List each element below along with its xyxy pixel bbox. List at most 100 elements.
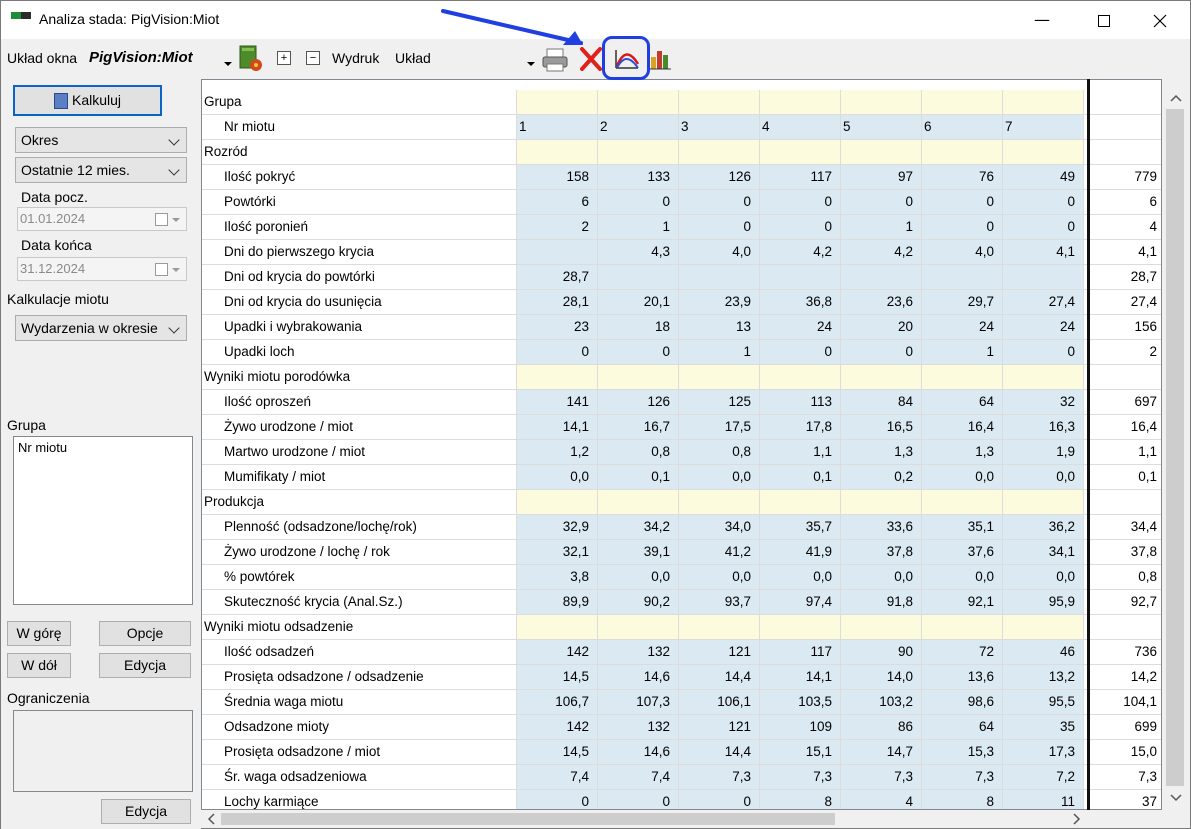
collapse-button[interactable]: − — [306, 51, 320, 65]
total-cell[interactable] — [1090, 115, 1161, 139]
value-cell[interactable]: 92,1 — [922, 590, 1003, 614]
value-cell[interactable]: 0 — [760, 190, 841, 214]
value-cell[interactable]: 0 — [517, 790, 598, 809]
value-cell[interactable]: 0,8 — [598, 440, 679, 464]
horizontal-scrollbar[interactable] — [201, 810, 1190, 828]
value-cell[interactable]: 8 — [922, 790, 1003, 809]
table-row[interactable]: Dni do pierwszego krycia 4,3 4,0 4,2 4,2 4,0 4… — [202, 240, 1161, 265]
calculate-button[interactable]: Kalkuluj — [13, 85, 162, 116]
value-cell[interactable]: 121 — [679, 640, 760, 664]
total-cell[interactable]: 37,8 — [1090, 540, 1161, 564]
value-cell[interactable]: 34,1 — [1003, 540, 1084, 564]
value-cell[interactable]: 37,8 — [841, 540, 922, 564]
value-cell[interactable]: 0,0 — [1003, 565, 1084, 589]
value-cell[interactable]: 20,1 — [598, 290, 679, 314]
value-cell[interactable]: 103,5 — [760, 690, 841, 714]
total-cell[interactable]: 16,4 — [1090, 415, 1161, 439]
value-cell[interactable]: 0 — [679, 790, 760, 809]
total-cell[interactable]: 0,1 — [1090, 465, 1161, 489]
value-cell[interactable]: 132 — [598, 715, 679, 739]
value-cell[interactable]: 0 — [1003, 215, 1084, 239]
value-cell[interactable]: 0 — [598, 790, 679, 809]
total-cell[interactable]: 104,1 — [1090, 690, 1161, 714]
edit-button[interactable]: Edycja — [99, 653, 191, 678]
value-cell[interactable]: 14,5 — [517, 740, 598, 764]
value-cell[interactable]: 4 — [760, 115, 841, 139]
total-cell[interactable]: 2 — [1090, 340, 1161, 364]
value-cell[interactable]: 4,2 — [841, 240, 922, 264]
value-cell[interactable]: 8 — [760, 790, 841, 809]
value-cell[interactable]: 0,0 — [841, 565, 922, 589]
value-cell[interactable]: 14,4 — [679, 665, 760, 689]
value-cell[interactable]: 20 — [841, 315, 922, 339]
value-cell[interactable]: 17,3 — [1003, 740, 1084, 764]
value-cell[interactable]: 1 — [679, 340, 760, 364]
value-cell[interactable]: 90,2 — [598, 590, 679, 614]
value-cell[interactable]: 41,2 — [679, 540, 760, 564]
value-cell[interactable]: 17,5 — [679, 415, 760, 439]
value-cell[interactable]: 64 — [922, 390, 1003, 414]
vertical-scroll-thumb[interactable] — [1166, 109, 1184, 786]
value-cell[interactable]: 14,6 — [598, 740, 679, 764]
total-cell[interactable]: 15,0 — [1090, 740, 1161, 764]
constraints-box[interactable] — [13, 710, 193, 792]
value-cell[interactable]: 7,3 — [760, 765, 841, 789]
value-cell[interactable]: 13 — [679, 315, 760, 339]
total-cell[interactable]: 0,8 — [1090, 565, 1161, 589]
value-cell[interactable]: 0,0 — [922, 465, 1003, 489]
value-cell[interactable]: 95,9 — [1003, 590, 1084, 614]
value-cell[interactable]: 0,0 — [598, 565, 679, 589]
total-cell[interactable]: 34,4 — [1090, 515, 1161, 539]
maximize-button[interactable] — [1073, 1, 1135, 39]
value-cell[interactable]: 29,7 — [922, 290, 1003, 314]
expand-button[interactable]: + — [277, 51, 291, 65]
value-cell[interactable]: 0,0 — [1003, 465, 1084, 489]
value-cell[interactable]: 32,1 — [517, 540, 598, 564]
bar-chart-icon[interactable] — [649, 47, 673, 71]
table-row[interactable]: Żywo urodzone / lochę / rok 32,1 39,1 41,2 4… — [202, 540, 1161, 565]
value-cell[interactable]: 36,2 — [1003, 515, 1084, 539]
minimize-button[interactable]: — — [1011, 1, 1073, 39]
group-listbox[interactable]: Nr miotu — [13, 436, 193, 605]
total-cell[interactable]: 28,7 — [1090, 265, 1161, 289]
value-cell[interactable]: 23,6 — [841, 290, 922, 314]
value-cell[interactable]: 4,2 — [760, 240, 841, 264]
table-row[interactable]: Ilość pokryć 158 133 126 117 97 76 49 779 — [202, 165, 1161, 190]
value-cell[interactable]: 72 — [922, 640, 1003, 664]
value-cell[interactable]: 0 — [922, 215, 1003, 239]
options-button[interactable]: Opcje — [99, 621, 191, 646]
horizontal-scroll-thumb[interactable] — [221, 813, 835, 825]
value-cell[interactable] — [679, 265, 760, 289]
value-cell[interactable]: 0 — [1003, 190, 1084, 214]
table-row[interactable]: Upadki loch 0 0 1 0 0 1 0 2 — [202, 340, 1161, 365]
value-cell[interactable]: 34,2 — [598, 515, 679, 539]
value-cell[interactable]: 0 — [679, 215, 760, 239]
value-cell[interactable]: 106,7 — [517, 690, 598, 714]
value-cell[interactable]: 32,9 — [517, 515, 598, 539]
value-cell[interactable] — [760, 265, 841, 289]
value-cell[interactable]: 18 — [598, 315, 679, 339]
value-cell[interactable]: 3 — [679, 115, 760, 139]
value-cell[interactable]: 1,9 — [1003, 440, 1084, 464]
constraints-edit-button[interactable]: Edycja — [101, 799, 191, 824]
value-cell[interactable]: 7,3 — [841, 765, 922, 789]
value-cell[interactable]: 2 — [517, 215, 598, 239]
table-row[interactable]: Upadki i wybrakowania 23 18 13 24 20 24 24 156 — [202, 315, 1161, 340]
value-cell[interactable] — [841, 265, 922, 289]
value-cell[interactable]: 0 — [1003, 340, 1084, 364]
value-cell[interactable]: 0 — [679, 190, 760, 214]
table-row[interactable]: Żywo urodzone / miot 14,1 16,7 17,5 17,8 16,5… — [202, 415, 1161, 440]
value-cell[interactable] — [922, 265, 1003, 289]
vertical-scrollbar[interactable] — [1162, 87, 1190, 810]
value-cell[interactable]: 0,1 — [760, 465, 841, 489]
total-cell[interactable]: 4 — [1090, 215, 1161, 239]
value-cell[interactable]: 142 — [517, 715, 598, 739]
table-row[interactable]: Odsadzone mioty 142 132 121 109 86 64 35 699 — [202, 715, 1161, 740]
total-cell[interactable]: 92,7 — [1090, 590, 1161, 614]
table-row[interactable]: Dni od krycia do powtórki 28,7 28,7 — [202, 265, 1161, 290]
value-cell[interactable] — [598, 265, 679, 289]
value-cell[interactable]: 32 — [1003, 390, 1084, 414]
table-row[interactable]: Ilość oproszeń 141 126 125 113 84 64 32 697 — [202, 390, 1161, 415]
value-cell[interactable]: 107,3 — [598, 690, 679, 714]
value-cell[interactable]: 14,1 — [760, 665, 841, 689]
